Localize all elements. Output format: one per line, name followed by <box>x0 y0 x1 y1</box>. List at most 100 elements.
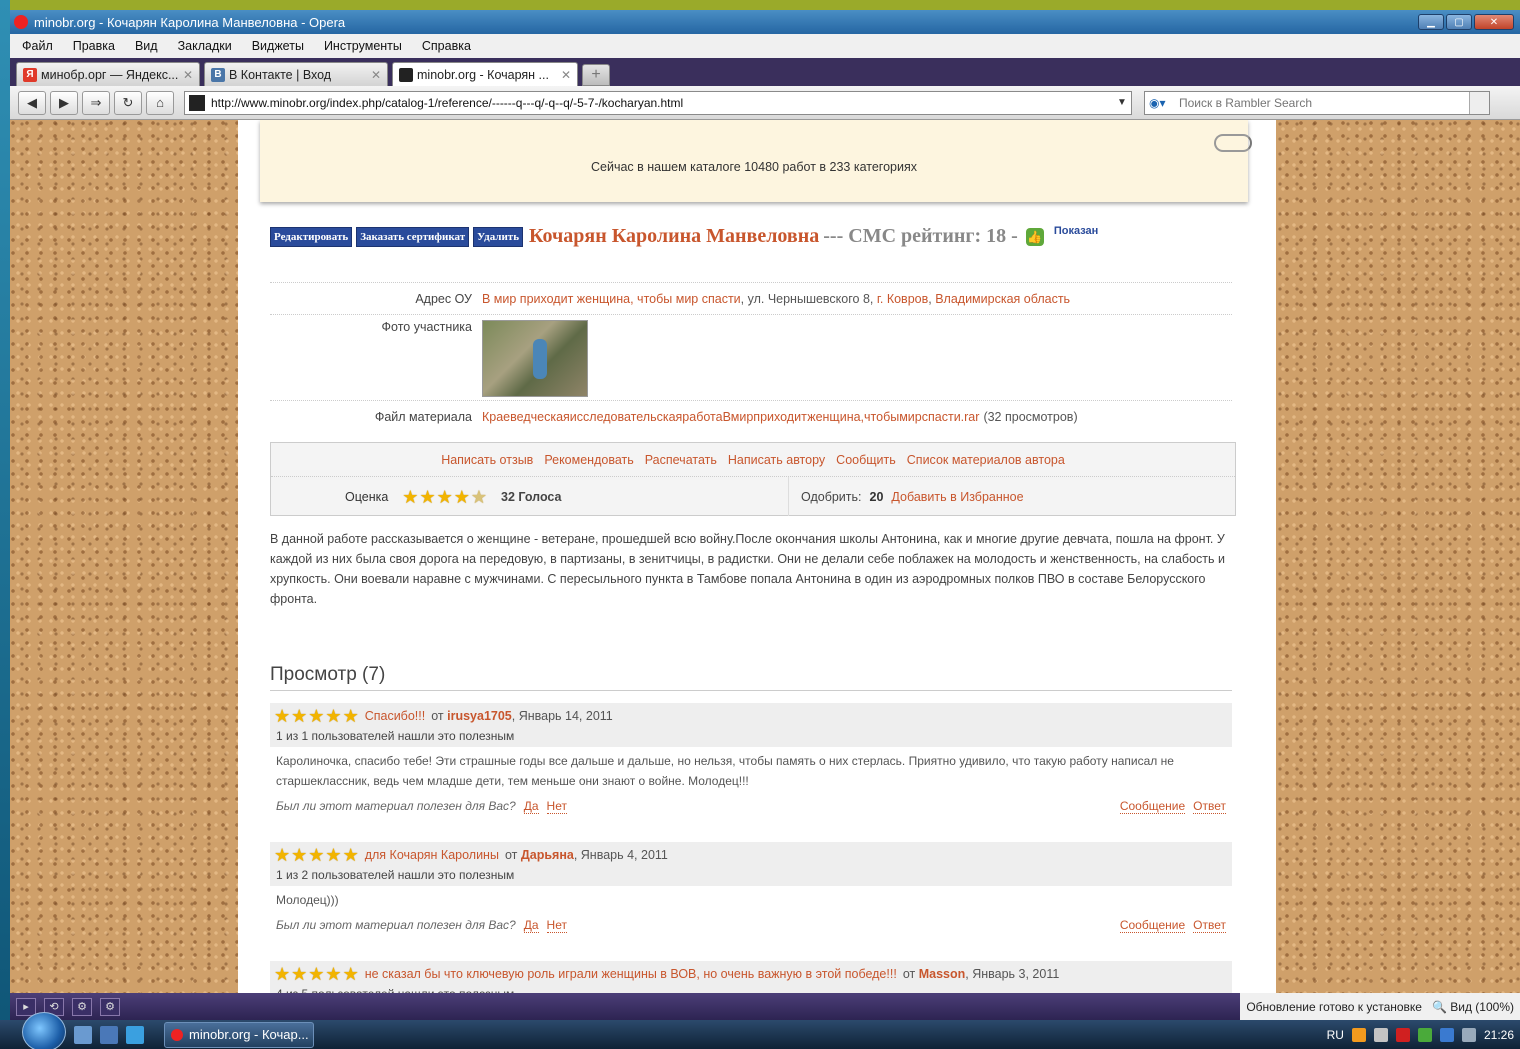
review-text: Каролиночка, спасибо тебе! Эти страшные … <box>276 754 1174 788</box>
recommend-link[interactable]: Рекомендовать <box>544 453 633 467</box>
forward-button[interactable]: ▶ <box>50 90 78 115</box>
search-button[interactable] <box>1469 91 1489 114</box>
review-author[interactable]: Masson <box>919 967 966 981</box>
tray-app-icon[interactable] <box>1373 1027 1388 1042</box>
review-stars: ★ ★ ★ ★ ★ <box>274 707 359 725</box>
reply-link[interactable]: Ответ <box>1193 799 1226 814</box>
unite-icon[interactable]: ⚙ <box>72 997 92 1016</box>
minimize-button[interactable]: ▁ <box>1418 14 1444 30</box>
author-materials-link[interactable]: Список материалов автора <box>907 453 1065 467</box>
tab-close-icon[interactable]: ✕ <box>561 68 571 82</box>
tab-vkontakte[interactable]: В В Контакте | Вход ✕ <box>204 62 388 86</box>
star-icon: ★ <box>308 706 325 726</box>
reply-link[interactable]: Ответ <box>1193 918 1226 933</box>
star-icon[interactable]: ★ <box>419 488 435 506</box>
photo-row: Фото участника <box>270 314 1232 400</box>
menu-bookmarks[interactable]: Закладки <box>178 39 232 53</box>
write-review-link[interactable]: Написать отзыв <box>441 453 533 467</box>
review-author[interactable]: irusya1705 <box>447 709 512 723</box>
vk-favicon-icon: В <box>211 67 225 82</box>
search-box[interactable]: ◉▾ <box>1144 90 1490 115</box>
menu-edit[interactable]: Правка <box>73 39 115 53</box>
star-icon[interactable]: ★ <box>402 488 418 506</box>
region-link[interactable]: Владимирская область <box>935 292 1070 306</box>
review-by: от Дарьяна, Январь 4, 2011 <box>505 848 668 862</box>
write-author-link[interactable]: Написать автору <box>728 453 825 467</box>
explorer-icon[interactable] <box>100 1025 118 1044</box>
settings-icon[interactable]: ⚙ <box>100 997 120 1016</box>
address-field[interactable]: http://www.minobr.org/index.php/catalog-… <box>184 90 1132 115</box>
yes-link[interactable]: Да <box>523 918 539 933</box>
panel-toggle-icon[interactable]: ▸ <box>16 997 36 1016</box>
by-text: от <box>504 848 518 862</box>
update-notice[interactable]: Обновление готово к установке <box>1246 1000 1422 1014</box>
start-button[interactable] <box>22 1011 66 1049</box>
review-author[interactable]: Дарьяна <box>521 848 574 862</box>
home-button[interactable]: ⌂ <box>146 90 174 115</box>
menu-widgets[interactable]: Виджеты <box>252 39 304 53</box>
tab-close-icon[interactable]: ✕ <box>183 68 193 82</box>
tray-app-icon[interactable] <box>1351 1027 1366 1042</box>
file-link[interactable]: КраеведческаяисследовательскаяработаВмир… <box>482 410 979 424</box>
tab-close-icon[interactable]: ✕ <box>371 68 381 82</box>
tab-minobr[interactable]: minobr.org - Кочарян ... ✕ <box>392 62 578 86</box>
maximize-button[interactable]: ▢ <box>1446 14 1472 30</box>
volume-icon[interactable] <box>1461 1027 1476 1042</box>
menu-help[interactable]: Справка <box>422 39 471 53</box>
no-link[interactable]: Нет <box>546 918 567 933</box>
zoom-control[interactable]: 🔍 Вид (100%) <box>1432 1000 1514 1014</box>
search-input[interactable] <box>1179 95 1469 110</box>
message-link[interactable]: Сообщение <box>1119 918 1186 933</box>
star-icon: ★ <box>291 964 308 984</box>
language-indicator[interactable]: RU <box>1327 1028 1344 1042</box>
star-icon[interactable]: ★ <box>437 488 453 506</box>
menu-file[interactable]: Файл <box>22 39 53 53</box>
half-star-icon[interactable]: ★ <box>471 488 487 506</box>
close-button[interactable]: ✕ <box>1474 14 1514 30</box>
review-title: не сказал бы что ключевую роль играли же… <box>364 967 897 981</box>
delete-button[interactable]: Удалить <box>473 226 524 247</box>
star-icon[interactable]: ★ <box>454 488 470 506</box>
message-link[interactable]: Сообщение <box>1119 799 1186 814</box>
sms-rating: --- СМС рейтинг: 18 - <box>823 225 1018 247</box>
yandex-favicon-icon: Я <box>23 67 37 82</box>
star-icon: ★ <box>325 845 342 865</box>
yes-link[interactable]: Да <box>523 799 539 814</box>
tray-app-icon[interactable] <box>1417 1027 1432 1042</box>
no-link[interactable]: Нет <box>546 799 567 814</box>
review-title: Спасибо!!! <box>364 709 426 723</box>
status-right: Обновление готово к установке 🔍 Вид (100… <box>1240 993 1520 1020</box>
report-link[interactable]: Сообщить <box>836 453 896 467</box>
slide-top-bar <box>0 0 1520 10</box>
new-tab-button[interactable]: + <box>582 64 610 86</box>
rating-stars[interactable]: ★ ★ ★ ★ ★ <box>402 488 487 506</box>
tray-app-icon[interactable] <box>1395 1027 1410 1042</box>
city-link[interactable]: г. Ковров <box>877 292 928 306</box>
tab-yandex[interactable]: Я минобр.орг — Яндекс... ✕ <box>16 62 200 86</box>
participant-photo[interactable] <box>482 320 588 397</box>
back-button[interactable]: ◀ <box>18 90 46 115</box>
ie-icon[interactable] <box>126 1025 144 1044</box>
review-stars: ★ ★ ★ ★ ★ <box>274 846 359 864</box>
search-engine-icon[interactable]: ◉▾ <box>1149 96 1179 110</box>
menu-bar: Файл Правка Вид Закладки Виджеты Инструм… <box>10 34 1520 58</box>
taskbar-opera-button[interactable]: minobr.org - Кочар... <box>164 1021 314 1048</box>
order-certificate-button[interactable]: Заказать сертификат <box>356 226 470 247</box>
opera-icon[interactable] <box>14 15 28 29</box>
org-link[interactable]: В мир приходит женщина, чтобы мир спасти <box>482 292 741 306</box>
print-link[interactable]: Распечатать <box>645 453 717 467</box>
fast-forward-button[interactable]: ⇒ <box>82 90 110 115</box>
history-dropdown-icon[interactable]: ▼ <box>1113 97 1131 108</box>
show-desktop-icon[interactable] <box>74 1025 92 1044</box>
add-favorite-link[interactable]: Добавить в Избранное <box>891 490 1023 504</box>
status-bar: ▸ ⟲ ⚙ ⚙ Обновление готово к установке 🔍 … <box>10 993 1520 1020</box>
thumbs-up-icon[interactable]: 👍 <box>1025 227 1044 246</box>
star-icon: ★ <box>325 706 342 726</box>
menu-view[interactable]: Вид <box>135 39 158 53</box>
clock[interactable]: 21:26 <box>1484 1028 1514 1042</box>
network-icon[interactable] <box>1439 1027 1454 1042</box>
menu-tools[interactable]: Инструменты <box>324 39 402 53</box>
edit-button[interactable]: Редактировать <box>270 226 353 247</box>
reload-button[interactable]: ↻ <box>114 90 142 115</box>
site-favicon-icon <box>189 94 205 111</box>
